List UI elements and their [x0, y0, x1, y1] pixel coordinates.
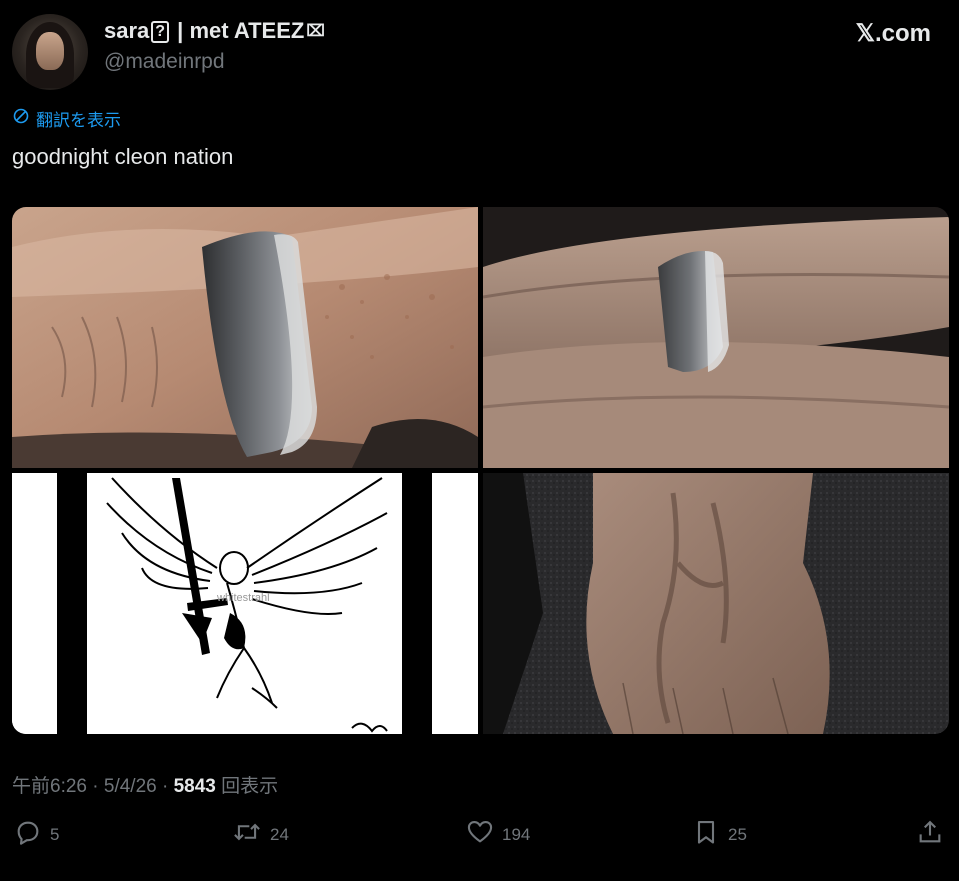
repost-button[interactable]: 24	[232, 818, 289, 851]
media-image-ring-on-hand[interactable]	[483, 207, 949, 468]
bookmark-icon	[692, 818, 720, 851]
meta-separator: ·	[156, 776, 174, 797]
media-image-angel-illustration[interactable]: whitestrahl	[12, 473, 478, 734]
display-name[interactable]: sara? | met ATEEZ ⌧	[104, 18, 325, 44]
user-handle[interactable]: @madeinrpd	[104, 50, 225, 74]
action-bar: 5 24 194 25	[0, 818, 959, 852]
media-grid: whitestrahl	[12, 207, 949, 734]
tweet-date[interactable]: 5/4/26	[104, 776, 157, 797]
tweet-meta: 午前6:26 · 5/4/26 · 5843 回表示	[12, 771, 278, 798]
tweet-time[interactable]: 午前6:26	[12, 776, 87, 797]
bookmark-count: 25	[728, 824, 747, 844]
meta-separator: ·	[86, 776, 104, 797]
avatar-face	[36, 32, 64, 70]
translate-link[interactable]: 翻訳を表示	[12, 106, 121, 131]
avatar[interactable]	[12, 14, 88, 90]
views-count: 5843	[173, 776, 216, 797]
media-image-hand-veins[interactable]	[483, 473, 949, 734]
bookmark-button[interactable]: 25	[692, 818, 747, 851]
display-name-suffix: | met ATEEZ	[171, 18, 305, 43]
share-icon	[916, 818, 944, 851]
reply-button[interactable]: 5	[14, 818, 59, 851]
media-image-ring-closeup[interactable]	[12, 207, 478, 468]
image-watermark: whitestrahl	[216, 592, 270, 604]
like-count: 194	[502, 824, 531, 844]
like-button[interactable]: 194	[466, 818, 530, 851]
views-label: 回表示	[215, 776, 279, 797]
x-brand-logo: 𝕏.com	[855, 20, 931, 47]
share-button[interactable]	[916, 818, 944, 851]
repost-count: 24	[270, 824, 289, 844]
display-name-prefix: sara	[104, 18, 150, 43]
globe-icon	[12, 107, 30, 130]
tweet-text: goodnight cleon nation	[12, 144, 234, 169]
translate-label: 翻訳を表示	[36, 111, 121, 130]
reply-icon	[14, 818, 42, 851]
flag-icon: ⌧	[306, 23, 325, 40]
unknown-glyph-box: ?	[151, 21, 170, 43]
heart-icon	[466, 818, 494, 851]
repost-icon	[232, 818, 262, 851]
reply-count: 5	[50, 824, 60, 844]
